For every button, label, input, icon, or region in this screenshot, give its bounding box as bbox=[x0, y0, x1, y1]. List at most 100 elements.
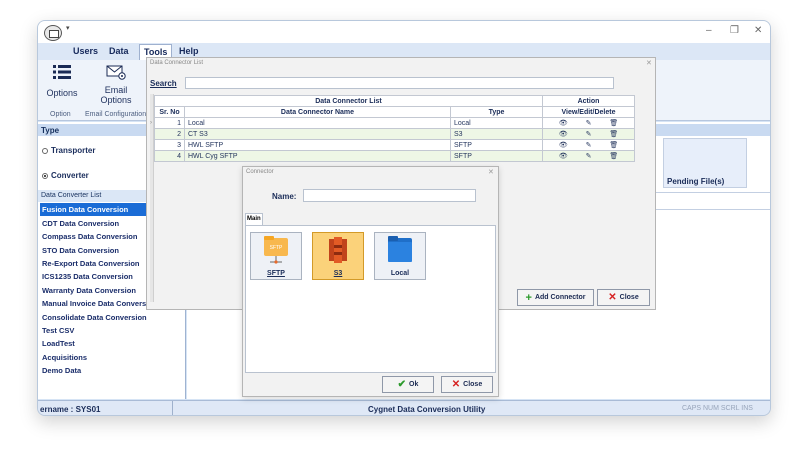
list-item[interactable]: LoadTest bbox=[42, 337, 182, 350]
view-icon[interactable]: 👁 bbox=[559, 153, 568, 160]
delete-icon[interactable]: 🗑 bbox=[609, 153, 618, 160]
connector-table: Data Connector List Action Sr. No Data C… bbox=[154, 95, 635, 162]
col-name-header: Data Connector Name bbox=[184, 106, 451, 118]
cell-type: S3 bbox=[450, 128, 543, 140]
view-icon[interactable]: 👁 bbox=[559, 120, 568, 127]
sftp-tile[interactable]: SFTP SFTP bbox=[250, 232, 302, 280]
list-item[interactable]: Demo Data bbox=[42, 364, 182, 377]
edit-icon[interactable]: ✎ bbox=[586, 142, 592, 149]
status-bar: ername : SYS01 Cygnet Data Conversion Ut… bbox=[38, 400, 770, 415]
add-connector-button[interactable]: + Add Connector bbox=[517, 289, 594, 306]
radio-off-icon bbox=[42, 147, 48, 154]
delete-icon[interactable]: 🗑 bbox=[609, 131, 618, 138]
plus-icon: + bbox=[525, 291, 532, 304]
email-options-button[interactable]: Email Options bbox=[96, 64, 136, 108]
edit-icon[interactable]: ✎ bbox=[586, 153, 592, 160]
table-row[interactable]: 3 HWL SFTP SFTP 👁 ✎ 🗑 bbox=[154, 139, 635, 151]
connector-dialog: Connector ✕ Name: Main SFTP SFTP S3 Loca… bbox=[242, 166, 499, 397]
dialog-title: Data Connector List bbox=[150, 60, 204, 66]
table-title: Data Connector List bbox=[154, 95, 543, 107]
list-icon bbox=[53, 65, 71, 79]
menu-data[interactable]: Data bbox=[109, 46, 129, 56]
title-bar: ▾ – ❐ ✕ bbox=[38, 21, 770, 43]
cell-name: HWL Cyg SFTP bbox=[184, 150, 451, 162]
radio-on-icon bbox=[42, 172, 48, 179]
s3-bucket-icon bbox=[329, 237, 347, 263]
search-label: Search bbox=[150, 79, 177, 88]
add-connector-label: Add Connector bbox=[534, 294, 586, 301]
local-tile[interactable]: Local bbox=[374, 232, 426, 280]
search-input[interactable] bbox=[185, 77, 614, 89]
close-list-label: Close bbox=[619, 294, 639, 301]
restore-icon[interactable]: ❐ bbox=[730, 25, 739, 36]
options-label: Options bbox=[46, 88, 78, 98]
checkmark-icon: ✔ bbox=[397, 379, 407, 390]
cell-type: SFTP bbox=[450, 150, 543, 162]
close-x-icon: ✕ bbox=[608, 292, 617, 303]
connector-close-icon[interactable]: ✕ bbox=[488, 168, 494, 176]
group-option-label: Option bbox=[50, 111, 71, 118]
converter-radio[interactable]: Converter bbox=[42, 171, 89, 180]
ok-button[interactable]: ✔ Ok bbox=[382, 376, 434, 393]
current-row-icon: › bbox=[150, 120, 152, 126]
pending-files-panel[interactable]: Pending File(s) bbox=[663, 138, 747, 188]
dialog-close-icon[interactable]: ✕ bbox=[646, 59, 652, 67]
col-type-header: Type bbox=[450, 106, 543, 118]
group-email-label: Email Configuration bbox=[85, 111, 147, 118]
s3-tile[interactable]: S3 bbox=[312, 232, 364, 280]
name-input[interactable] bbox=[303, 189, 476, 202]
name-label: Name: bbox=[272, 192, 297, 201]
cell-srno: 1 bbox=[154, 117, 185, 129]
transporter-label: Transporter bbox=[51, 146, 96, 155]
connector-close-button[interactable]: ✕ Close bbox=[441, 376, 493, 393]
table-row[interactable]: 1 Local Local 👁 ✎ 🗑 bbox=[154, 117, 635, 129]
email-settings-icon bbox=[106, 65, 126, 80]
email-label: Email bbox=[104, 85, 128, 95]
col-srno-header: Sr. No bbox=[154, 106, 185, 118]
table-row[interactable]: 2 CT S3 S3 👁 ✎ 🗑 bbox=[154, 128, 635, 140]
list-item[interactable]: Acquisitions bbox=[42, 351, 182, 364]
view-icon[interactable]: 👁 bbox=[559, 142, 568, 149]
ok-label: Ok bbox=[409, 381, 419, 388]
close-list-button[interactable]: ✕ Close bbox=[597, 289, 650, 306]
transporter-radio[interactable]: Transporter bbox=[42, 146, 95, 155]
list-item[interactable]: Consolidate Data Conversion bbox=[42, 311, 186, 324]
pending-files-label: Pending File(s) bbox=[667, 177, 725, 186]
delete-icon[interactable]: 🗑 bbox=[609, 120, 618, 127]
converter-label: Converter bbox=[51, 171, 89, 180]
menu-help[interactable]: Help bbox=[179, 46, 199, 56]
cell-srno: 2 bbox=[154, 128, 185, 140]
close-x-icon: ✕ bbox=[451, 379, 461, 390]
cell-srno: 4 bbox=[154, 150, 185, 162]
minimize-icon[interactable]: – bbox=[706, 25, 712, 36]
status-divider bbox=[172, 401, 173, 415]
list-item[interactable]: Test CSV bbox=[42, 324, 182, 337]
app-logo-icon[interactable] bbox=[44, 25, 62, 41]
view-icon[interactable]: 👁 bbox=[559, 131, 568, 138]
cell-type: Local bbox=[450, 117, 543, 129]
menu-users[interactable]: Users bbox=[73, 46, 98, 56]
cell-name: Local bbox=[184, 117, 451, 129]
status-app-name: Cygnet Data Conversion Utility bbox=[368, 405, 486, 414]
sftp-folder-icon: SFTP bbox=[264, 236, 288, 264]
tab-main-panel: SFTP SFTP S3 Local bbox=[245, 225, 496, 373]
sftp-tile-label: SFTP bbox=[267, 270, 285, 277]
table-row[interactable]: 4 HWL Cyg SFTP SFTP 👁 ✎ 🗑 bbox=[154, 150, 635, 162]
action-header: Action bbox=[542, 95, 635, 107]
status-username: ername : SYS01 bbox=[40, 405, 101, 414]
cell-name: CT S3 bbox=[184, 128, 451, 140]
local-folder-icon bbox=[388, 236, 412, 262]
edit-icon[interactable]: ✎ bbox=[586, 120, 592, 127]
s3-tile-label: S3 bbox=[333, 270, 343, 277]
connector-close-label: Close bbox=[463, 381, 483, 388]
cell-type: SFTP bbox=[450, 139, 543, 151]
delete-icon[interactable]: 🗑 bbox=[609, 142, 618, 149]
edit-icon[interactable]: ✎ bbox=[586, 131, 592, 138]
local-tile-label: Local bbox=[390, 270, 410, 277]
close-window-icon[interactable]: ✕ bbox=[754, 25, 762, 36]
col-action-header: View/Edit/Delete bbox=[542, 106, 635, 118]
quick-access-dropdown-icon[interactable]: ▾ bbox=[66, 24, 70, 32]
options-button[interactable]: Options bbox=[44, 64, 80, 106]
cell-srno: 3 bbox=[154, 139, 185, 151]
svg-text:SFTP: SFTP bbox=[270, 245, 283, 251]
